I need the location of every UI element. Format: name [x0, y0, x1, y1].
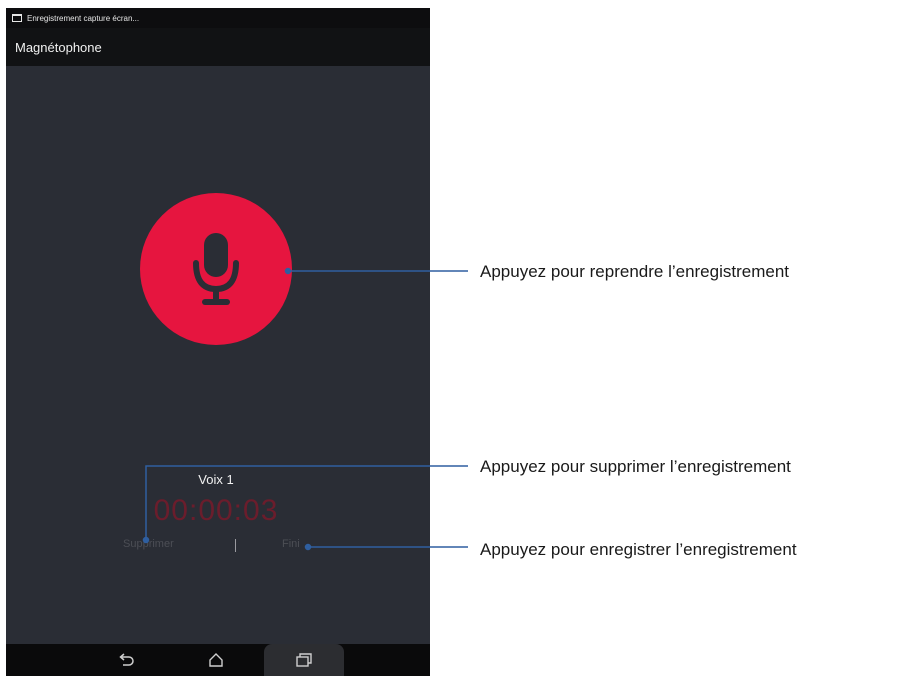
recent-apps-button[interactable]	[264, 644, 344, 676]
finish-button[interactable]: Fini	[282, 538, 300, 550]
back-icon	[119, 653, 134, 666]
recording-name: Voix 1	[198, 472, 234, 487]
back-button[interactable]	[104, 644, 148, 676]
callout-save: Appuyez pour enregistrer l’enregistremen…	[480, 540, 797, 559]
callout-delete: Appuyez pour supprimer l’enregistrement	[480, 457, 791, 476]
button-divider	[235, 539, 236, 552]
annotated-screenshot: Enregistrement capture écran... Magnétop…	[0, 0, 903, 676]
recording-timer: 00:00:03	[153, 494, 279, 527]
microphone-icon	[193, 233, 239, 305]
delete-button[interactable]: Supprimer	[123, 538, 174, 550]
status-notification: Enregistrement capture écran...	[27, 13, 140, 23]
status-bar: Enregistrement capture écran...	[6, 8, 430, 28]
callout-resume: Appuyez pour reprendre l’enregistrement	[480, 262, 790, 281]
home-button[interactable]	[194, 644, 238, 676]
home-icon	[209, 653, 223, 667]
resume-record-button[interactable]	[140, 193, 292, 345]
phone-screen: Enregistrement capture écran... Magnétop…	[6, 8, 430, 676]
recent-apps-icon	[296, 653, 312, 667]
screen-record-icon	[12, 14, 22, 22]
app-bar: Magnétophone	[6, 28, 430, 66]
navigation-bar	[6, 644, 430, 676]
app-title: Magnétophone	[15, 39, 102, 55]
